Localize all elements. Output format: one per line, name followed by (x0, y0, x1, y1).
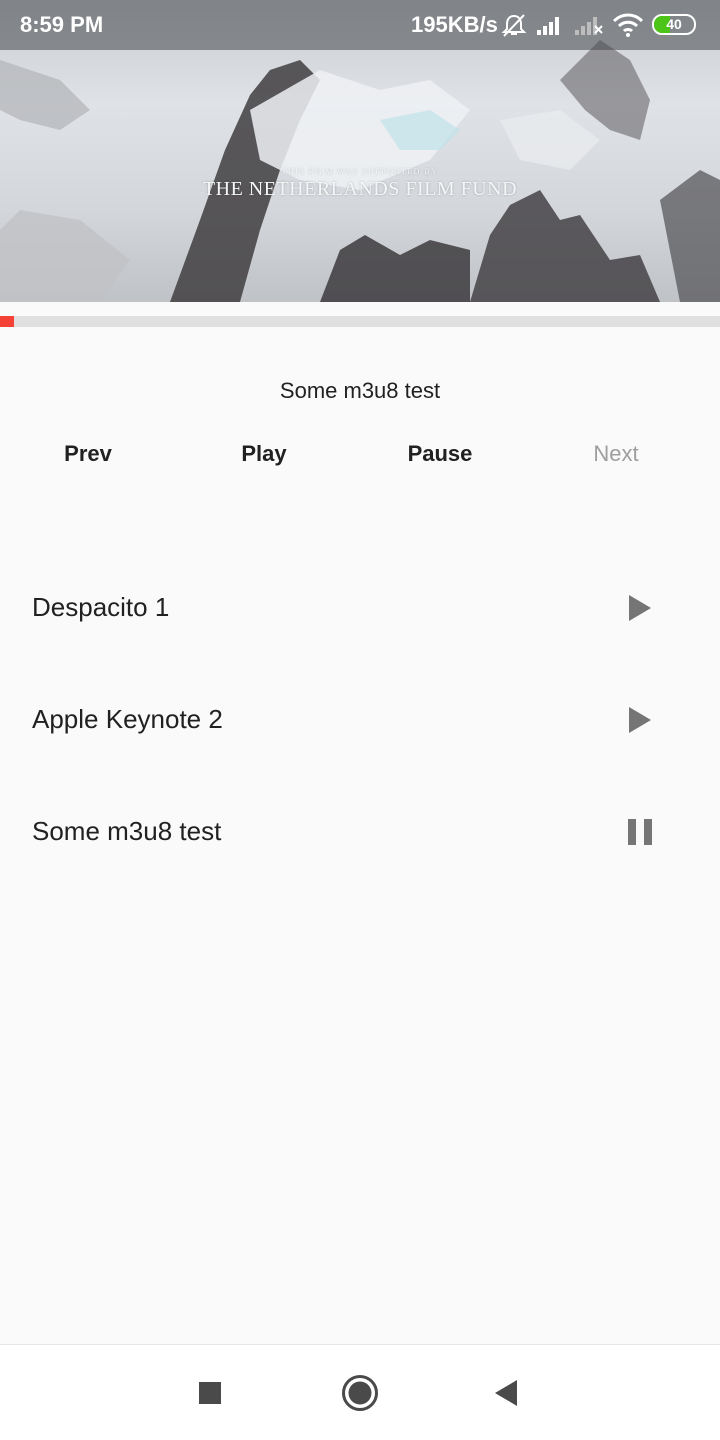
home-circle-icon[interactable] (338, 1371, 382, 1415)
signal-icon (537, 17, 559, 35)
playback-progress-fill (0, 316, 15, 327)
play-icon[interactable] (616, 700, 664, 740)
mute-bell-icon (501, 14, 527, 37)
play-icon[interactable] (616, 588, 664, 628)
prev-button[interactable]: Prev (0, 438, 176, 470)
pause-icon[interactable] (616, 812, 664, 852)
list-item-title: Apple Keynote 2 (32, 704, 223, 734)
list-item[interactable]: Some m3u8 test (0, 776, 720, 888)
battery-icon: 40 (652, 14, 696, 35)
back-triangle-icon[interactable] (484, 1371, 528, 1415)
status-time: 8:59 PM (20, 12, 104, 37)
system-nav-bar (0, 1344, 720, 1440)
list-item-title: Some m3u8 test (32, 816, 222, 846)
list-item[interactable]: Despacito 1 (0, 552, 720, 664)
wifi-icon (612, 13, 644, 37)
video-credit-small: THIS FILM WAS SUPPORTED BY (281, 167, 439, 176)
network-speed: 195KB/s (411, 12, 498, 37)
next-button[interactable]: Next (528, 438, 704, 470)
status-bar: 8:59 PM 195KB/s 40 (0, 0, 720, 50)
battery-level: 40 (666, 16, 682, 32)
list-item[interactable]: Apple Keynote 2 (0, 664, 720, 776)
recents-square-icon[interactable] (188, 1371, 232, 1415)
playlist: Despacito 1 Apple Keynote 2 Some m3u8 te… (0, 552, 720, 888)
signal-no-sim-icon (575, 17, 603, 35)
playback-controls: Prev Play Pause Next (0, 438, 720, 472)
playback-progress-bar[interactable] (0, 316, 720, 327)
list-item-title: Despacito 1 (32, 592, 170, 622)
video-credit-title: THE NETHERLANDS FILM FUND (202, 178, 518, 200)
pause-button[interactable]: Pause (352, 438, 528, 470)
play-button[interactable]: Play (176, 438, 352, 470)
now-playing-title: Some m3u8 test (279, 378, 441, 403)
